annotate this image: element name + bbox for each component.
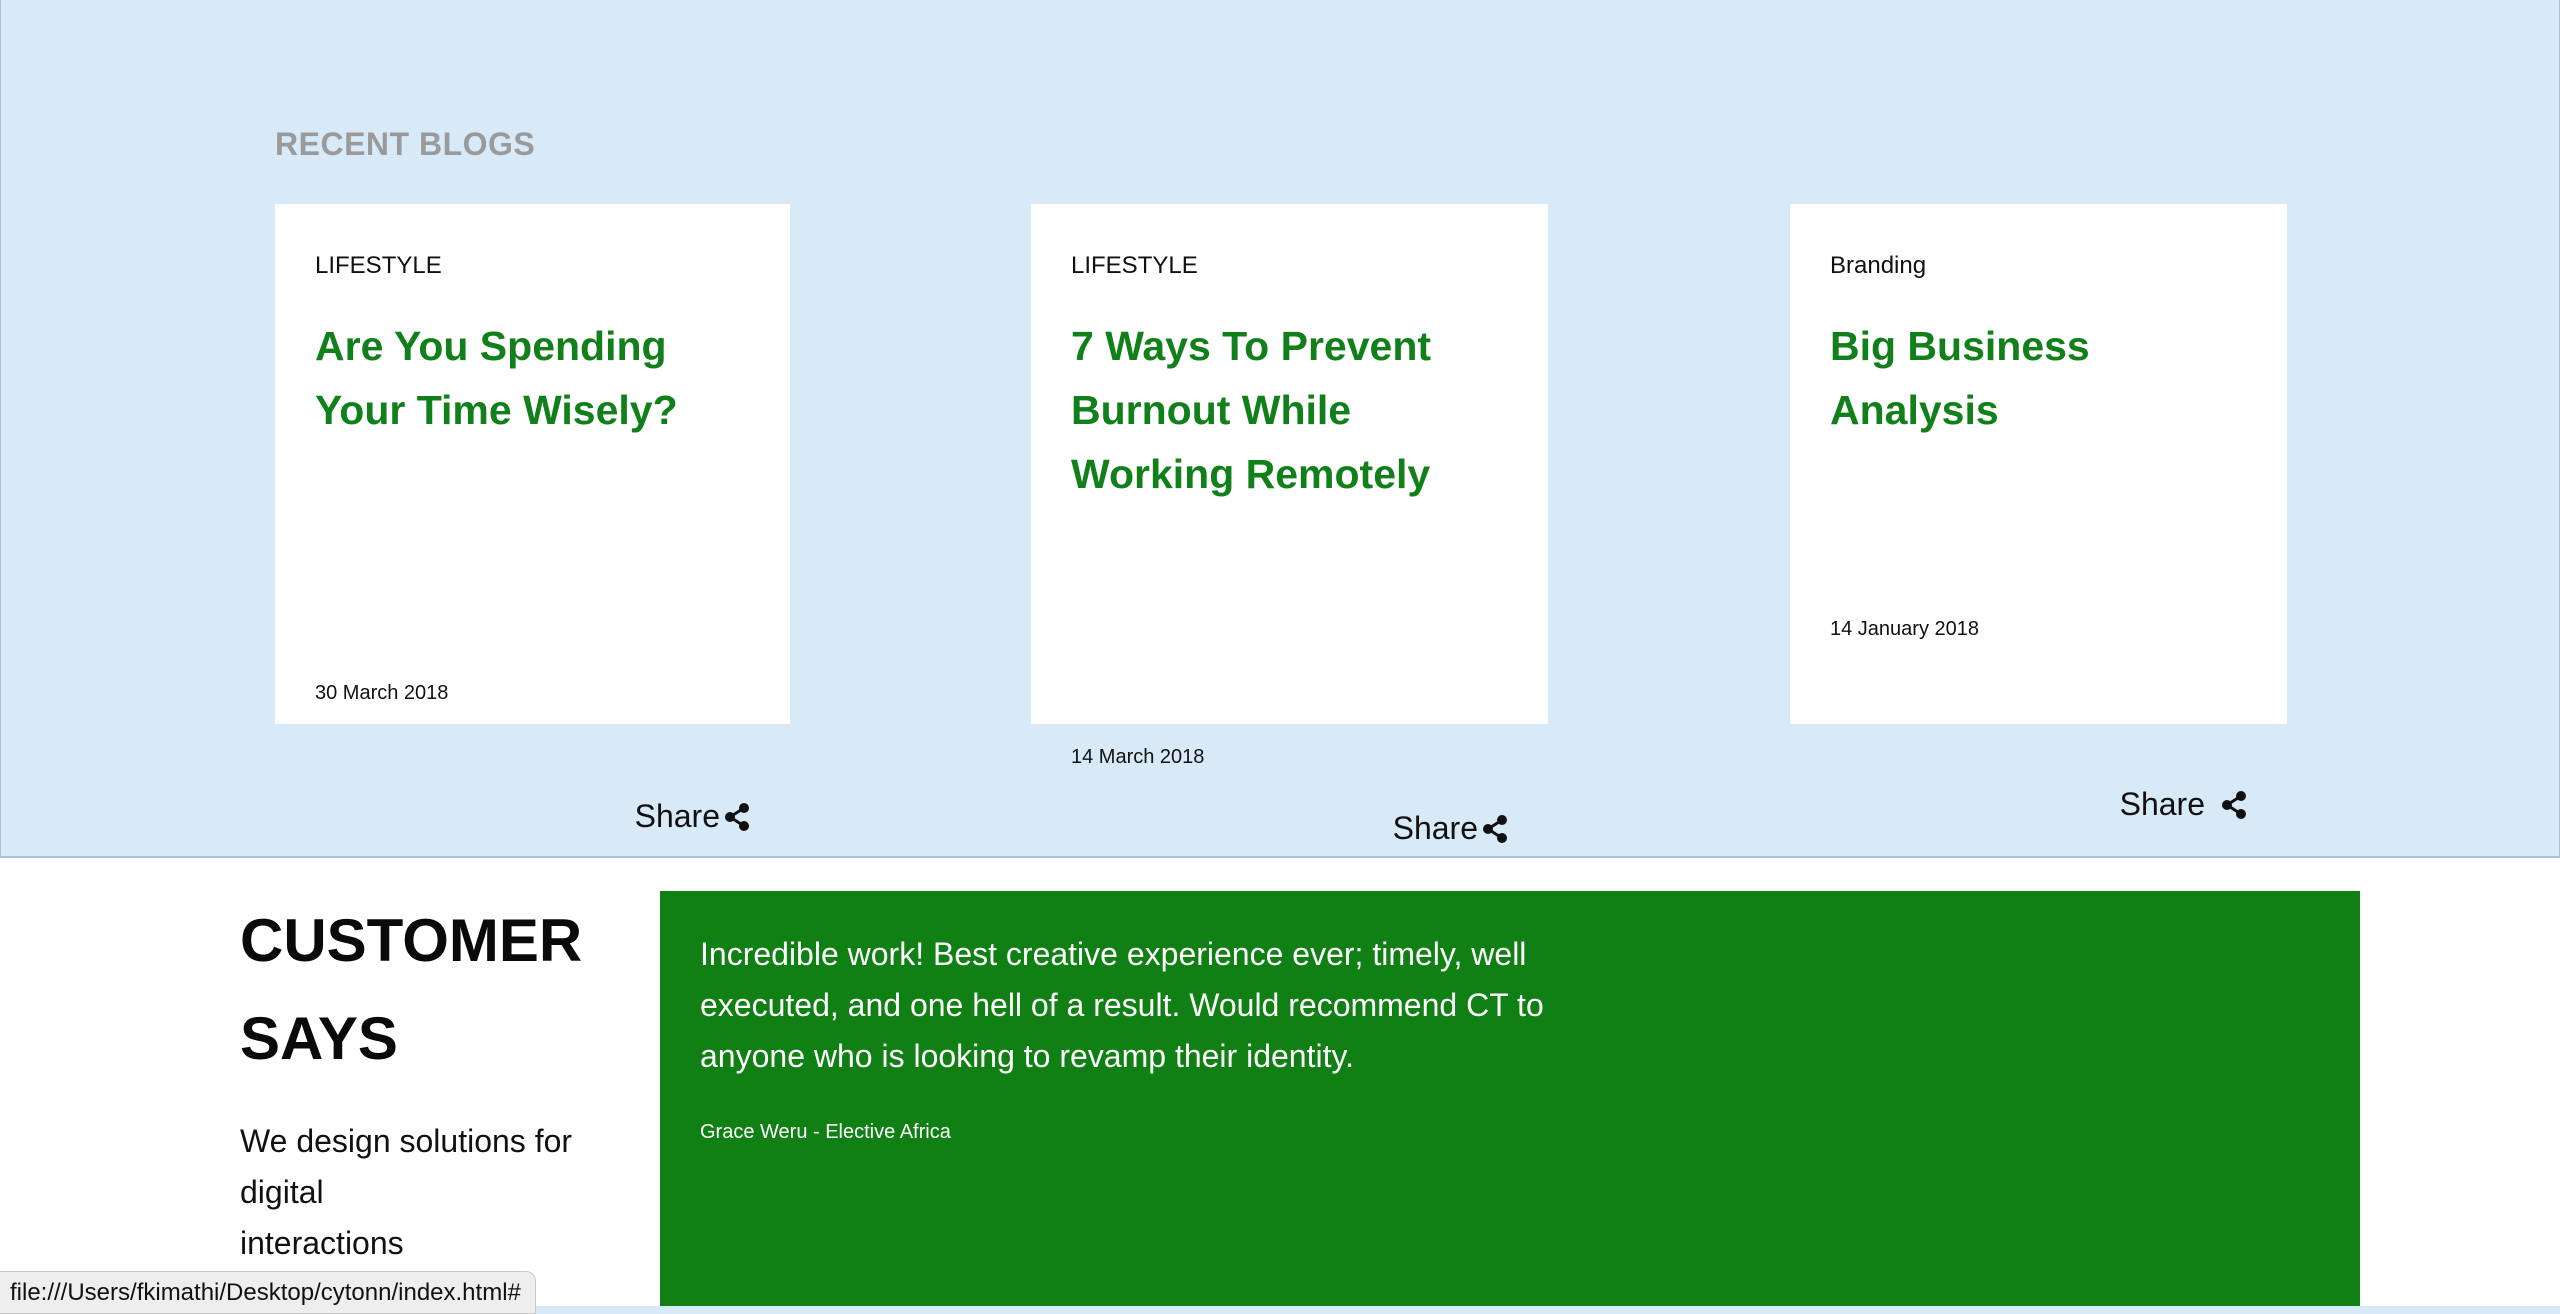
blog-title-link[interactable]: 7 Ways To Prevent Burnout While Working …	[1071, 314, 1512, 506]
blog-card[interactable]: Branding Big Business Analysis 14 Januar…	[1790, 204, 2287, 822]
share-icon	[725, 802, 749, 831]
blog-category: LIFESTYLE	[1071, 252, 1198, 279]
blog-date: 14 March 2018	[1071, 746, 1205, 768]
share-icon	[2222, 790, 2246, 819]
share-button[interactable]: Share	[2120, 786, 2249, 823]
blog-date: 30 March 2018	[315, 682, 449, 704]
share-button[interactable]: Share	[1393, 810, 1510, 847]
share-label: Share	[2119, 786, 2205, 822]
blog-card[interactable]: LIFESTYLE 7 Ways To Prevent Burnout Whil…	[1031, 204, 1548, 846]
section-title: RECENT BLOGS	[275, 126, 536, 162]
share-button[interactable]: Share	[635, 798, 752, 835]
blog-title-link[interactable]: Big Business Analysis	[1830, 314, 2251, 442]
customer-subtitle-line-2: digital	[240, 1174, 324, 1210]
share-label: Share	[634, 798, 720, 834]
customer-subtitle-line-1: We design solutions for	[240, 1123, 573, 1159]
customer-title-line-2: SAYS	[240, 1005, 398, 1072]
customer-subtitle: We design solutions for digital interact…	[240, 1116, 620, 1269]
share-label: Share	[1392, 810, 1478, 846]
testimonial-author: Grace Weru - Elective Africa	[700, 1121, 951, 1143]
testimonial-panel: Incredible work! Best creative experienc…	[660, 891, 2360, 1314]
blog-date: 14 January 2018	[1830, 618, 1980, 640]
customer-says-heading: CUSTOMER SAYS	[240, 892, 582, 1088]
browser-status-bar: file:///Users/fkimathi/Desktop/cytonn/in…	[0, 1271, 536, 1314]
share-icon	[1483, 814, 1507, 843]
customer-title-line-1: CUSTOMER	[240, 907, 583, 974]
blog-category: LIFESTYLE	[315, 252, 442, 279]
customer-subtitle-line-3: interactions	[240, 1225, 404, 1261]
recent-blogs-section: RECENT BLOGS LIFESTYLE Are You Spending …	[0, 0, 2560, 858]
blog-title-link[interactable]: Are You Spending Your Time Wisely?	[315, 314, 754, 442]
blog-category: Branding	[1830, 252, 1927, 279]
blog-card[interactable]: LIFESTYLE Are You Spending Your Time Wis…	[275, 204, 790, 834]
testimonial-quote: Incredible work! Best creative experienc…	[700, 936, 1544, 1074]
